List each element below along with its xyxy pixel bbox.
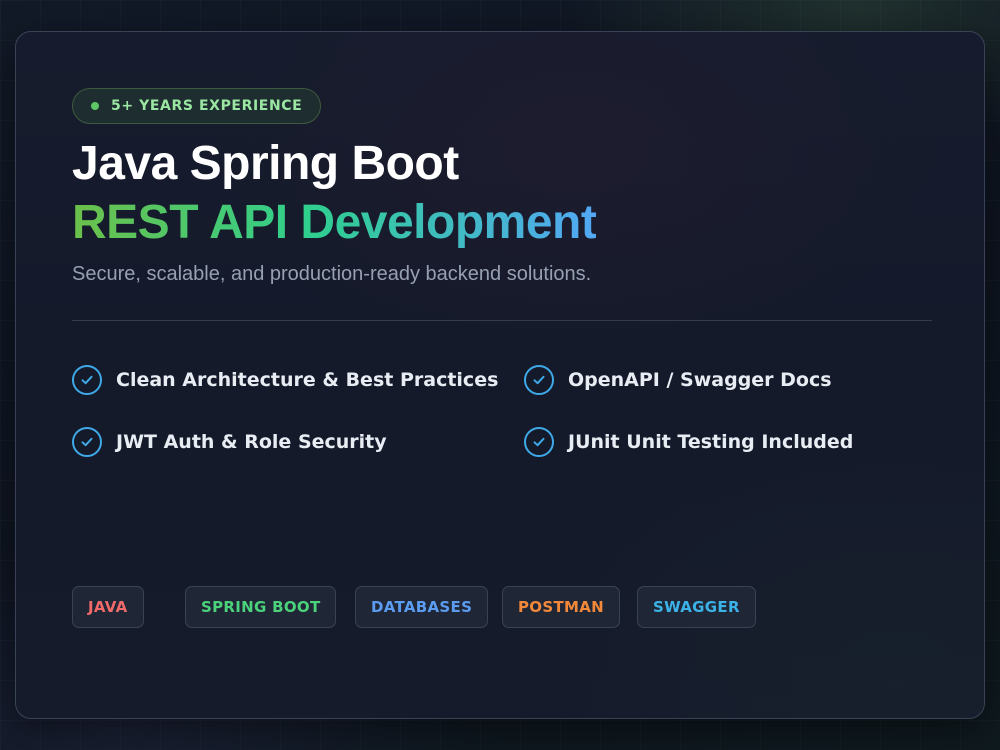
tag-postman: POSTMAN bbox=[502, 586, 620, 628]
tag-label: SWAGGER bbox=[653, 598, 740, 616]
feature-item: Clean Architecture & Best Practices bbox=[72, 365, 498, 395]
experience-badge-label: 5+ YEARS EXPERIENCE bbox=[111, 98, 303, 114]
experience-badge: 5+ YEARS EXPERIENCE bbox=[72, 88, 322, 124]
tag-label: DATABASES bbox=[371, 598, 473, 616]
feature-item: OpenAPI / Swagger Docs bbox=[524, 365, 832, 395]
status-dot-icon bbox=[91, 102, 99, 110]
tag-spring-boot: SPRING BOOT bbox=[185, 586, 337, 628]
check-circle-icon bbox=[524, 365, 554, 395]
heading-line-1: Java Spring Boot bbox=[72, 137, 459, 190]
tag-swagger: SWAGGER bbox=[637, 586, 756, 628]
tag-label: JAVA bbox=[88, 598, 128, 616]
feature-label: JUnit Unit Testing Included bbox=[568, 431, 854, 453]
check-circle-icon bbox=[524, 427, 554, 457]
service-card: 5+ YEARS EXPERIENCE Java Spring Boot RES… bbox=[15, 31, 985, 719]
tag-java: JAVA bbox=[72, 586, 144, 628]
tag-label: POSTMAN bbox=[518, 598, 604, 616]
check-circle-icon bbox=[72, 427, 102, 457]
feature-item: JUnit Unit Testing Included bbox=[524, 427, 853, 457]
heading-line-2: REST API Development bbox=[72, 194, 597, 252]
tag-databases: DATABASES bbox=[355, 586, 489, 628]
feature-label: Clean Architecture & Best Practices bbox=[116, 369, 499, 391]
tag-label: SPRING BOOT bbox=[201, 598, 321, 616]
subtitle: Secure, scalable, and production-ready b… bbox=[72, 263, 592, 285]
feature-item: JWT Auth & Role Security bbox=[72, 427, 387, 457]
feature-label: OpenAPI / Swagger Docs bbox=[568, 369, 832, 391]
divider bbox=[72, 320, 932, 321]
feature-label: JWT Auth & Role Security bbox=[116, 431, 387, 453]
check-circle-icon bbox=[72, 365, 102, 395]
